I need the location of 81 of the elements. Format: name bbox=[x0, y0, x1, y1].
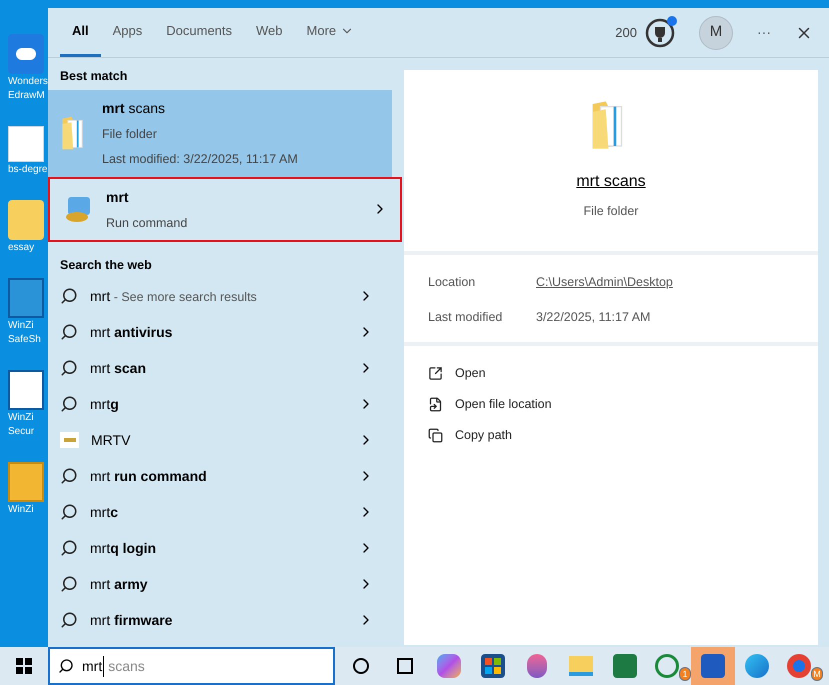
tab[interactable]: All bbox=[60, 8, 101, 57]
suggestion-text: mrt antivirus bbox=[90, 322, 174, 342]
suggestion-text: mrtg bbox=[90, 394, 120, 414]
more-button[interactable]: ··· bbox=[757, 22, 771, 43]
suggestion-text: mrtq login bbox=[90, 538, 158, 558]
desktop-icon-label: WinZi bbox=[8, 412, 34, 424]
result-detail: Run command bbox=[106, 214, 188, 232]
tab[interactable]: More bbox=[294, 8, 366, 57]
suggestion-text: mrt army bbox=[90, 574, 149, 594]
points-count: 200 bbox=[615, 24, 637, 42]
web-suggestion[interactable]: mrt - See more search results bbox=[48, 278, 404, 314]
search-icon bbox=[60, 323, 78, 341]
folder-icon[interactable] bbox=[569, 656, 593, 676]
preview-title[interactable]: mrt scans bbox=[576, 170, 646, 194]
web-suggestion[interactable]: mrtq login bbox=[48, 530, 404, 566]
search-icon bbox=[60, 503, 78, 521]
windows-start-icon[interactable] bbox=[16, 658, 32, 674]
section-heading: Search the web bbox=[59, 257, 153, 274]
web-suggestion[interactable]: mrt firmware bbox=[48, 602, 404, 638]
result-title: mrt bbox=[106, 188, 130, 206]
result-item[interactable]: mrt Run command bbox=[48, 176, 402, 242]
web-suggestion[interactable]: mrtc bbox=[48, 494, 404, 530]
result-item[interactable]: mrt scans File folder Last modified: 3/22/2025, 11:17 AM bbox=[48, 90, 392, 176]
section-heading: Best match bbox=[59, 68, 128, 83]
web-suggestion[interactable]: MRTV bbox=[48, 422, 404, 458]
desktop-icon-label: EdrawM bbox=[8, 90, 45, 102]
desktop-icon-label: essay bbox=[8, 242, 34, 254]
web-suggestion[interactable]: mrt scan bbox=[48, 350, 404, 386]
search-icon bbox=[60, 575, 78, 593]
suggestion-text: MRTV bbox=[91, 430, 132, 450]
server-icon[interactable] bbox=[8, 370, 44, 410]
certificate-thumbnail[interactable] bbox=[8, 126, 44, 162]
search-icon bbox=[58, 658, 74, 674]
site-logo-icon bbox=[60, 432, 79, 448]
store-icon[interactable] bbox=[481, 654, 505, 678]
detail-label: Last modified bbox=[428, 308, 504, 326]
location-icon bbox=[428, 396, 443, 412]
trophy-icon[interactable] bbox=[645, 18, 675, 48]
web-suggestion[interactable]: mrt run command bbox=[48, 458, 404, 494]
notification-badge: M bbox=[811, 667, 823, 681]
search-icon bbox=[60, 359, 78, 377]
web-suggestion[interactable]: mrtg bbox=[48, 386, 404, 422]
share-icon[interactable] bbox=[8, 278, 44, 318]
avatar[interactable]: M bbox=[699, 16, 733, 50]
web-suggestion[interactable]: mrt antivirus bbox=[48, 314, 404, 350]
result-detail: Last modified: 3/22/2025, 11:17 AM bbox=[102, 150, 299, 168]
suggestion-text: mrt scan bbox=[90, 358, 148, 378]
action-button[interactable]: Open file location bbox=[428, 395, 794, 414]
suggestion-text: mrt firmware bbox=[90, 610, 174, 630]
tab[interactable]: Web bbox=[244, 8, 295, 57]
action-button[interactable]: Open bbox=[428, 364, 794, 383]
app-icon[interactable] bbox=[8, 34, 44, 74]
result-title: mrt scans bbox=[102, 99, 166, 118]
action-button[interactable]: Copy path bbox=[428, 426, 794, 444]
search-icon bbox=[60, 611, 78, 629]
detail-label: Location bbox=[428, 274, 476, 291]
result-detail: File folder bbox=[102, 126, 158, 143]
web-suggestion[interactable]: mrt army bbox=[48, 566, 404, 602]
suggestion-text: mrtc bbox=[90, 502, 120, 522]
copy-icon bbox=[428, 428, 443, 443]
suggestion-text: mrt run command bbox=[90, 466, 208, 486]
detail-value: 3/22/2025, 11:17 AM bbox=[536, 308, 650, 326]
location-link[interactable]: C:\Users\Admin\Desktop bbox=[536, 272, 673, 292]
tab[interactable]: Apps bbox=[100, 8, 154, 57]
desktop-icon-label: bs-degre bbox=[8, 164, 48, 176]
desktop-icon-label: Wonders bbox=[8, 76, 48, 88]
search-icon bbox=[60, 395, 78, 413]
task-view-icon[interactable] bbox=[397, 658, 413, 674]
desktop-icon-label: Secur bbox=[8, 426, 34, 438]
search-icon bbox=[60, 287, 78, 305]
desktop-icon-label: WinZi bbox=[8, 320, 34, 332]
preview-subtitle: File folder bbox=[584, 203, 638, 220]
desktop-icon-label: WinZi bbox=[8, 504, 34, 516]
notification-badge: 1 bbox=[679, 667, 691, 681]
search-icon bbox=[60, 539, 78, 557]
tab[interactable]: Documents bbox=[154, 8, 244, 57]
desktop-icon-label: SafeSh bbox=[8, 334, 41, 346]
suggestion-text: mrt - See more search results bbox=[90, 286, 258, 306]
search-icon bbox=[60, 467, 78, 485]
open-icon bbox=[428, 366, 443, 382]
search-field[interactable]: mrt scans bbox=[48, 647, 335, 685]
